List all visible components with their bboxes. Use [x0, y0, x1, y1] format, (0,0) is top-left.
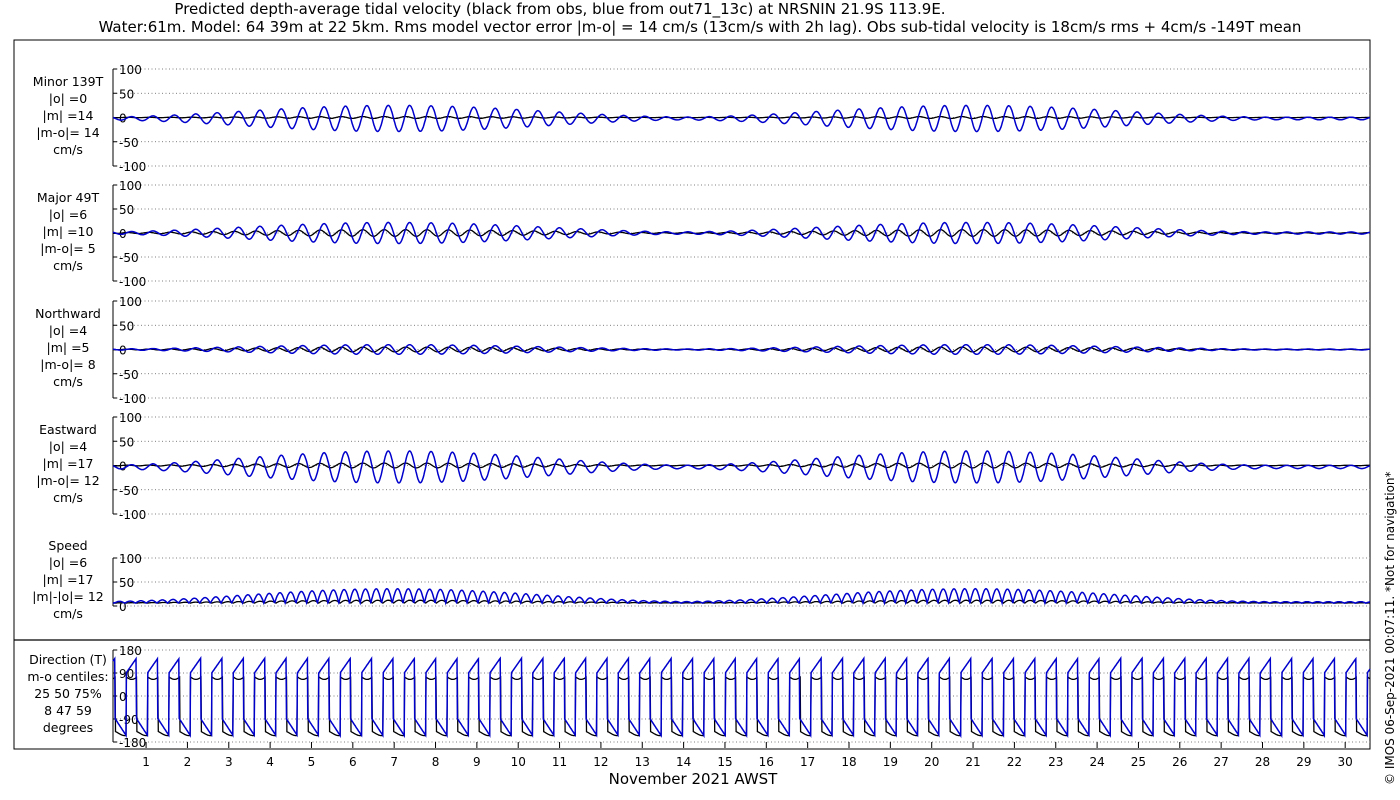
direction-label-line: 8 47 59: [44, 703, 92, 718]
speed-label-line: Speed: [48, 538, 87, 553]
tidal-velocity-figure: -100-50050100Minor 139T|o| =0|m| =14|m-o…: [13, 39, 1371, 788]
minor-label-line: cm/s: [53, 142, 83, 157]
speed-label-line: |m|-|o|= 12: [32, 589, 104, 604]
panel-speed: 050100Speed|o| =6|m| =17|m|-|o|= 12cm/s: [32, 538, 1371, 621]
speed-label-line: |m| =17: [43, 572, 94, 587]
eastward-ytick-label: 100: [119, 411, 142, 425]
minor-model-series: [112, 104, 1371, 133]
major-label-line: cm/s: [53, 258, 83, 273]
x-tick-label: 7: [390, 755, 398, 769]
direction-ytick-label: 180: [119, 644, 142, 658]
minor-ytick-label: 100: [119, 63, 142, 77]
x-tick-label: 2: [184, 755, 192, 769]
x-tick-label: 4: [266, 755, 274, 769]
northward-ytick-label: 100: [119, 295, 142, 309]
x-tick-label: 5: [308, 755, 316, 769]
major-ytick-label: 50: [119, 203, 134, 217]
northward-label-line: Northward: [35, 306, 101, 321]
x-tick-label: 14: [676, 755, 691, 769]
minor-label-line: Minor 139T: [33, 74, 104, 89]
x-tick-label: 21: [965, 755, 980, 769]
northward-ytick-label: 50: [119, 319, 134, 333]
copyright-stamp: © IMOS 06-Sep-2021 00:07:11. *Not for na…: [1383, 471, 1397, 785]
minor-label-line: |m-o|= 14: [36, 125, 99, 140]
x-tick-label: 22: [1007, 755, 1022, 769]
x-tick-label: 27: [1214, 755, 1229, 769]
direction-label-line: degrees: [43, 720, 93, 735]
x-tick-label: 11: [552, 755, 567, 769]
eastward-label-line: |o| =4: [49, 439, 88, 454]
major-label-line: |o| =6: [49, 207, 88, 222]
northward-ytick-label: -50: [119, 368, 139, 382]
major-ytick-label: 100: [119, 179, 142, 193]
speed-ytick-label: 100: [119, 552, 142, 566]
x-tick-label: 17: [800, 755, 815, 769]
x-tick-label: 29: [1296, 755, 1311, 769]
northward-ytick-label: -100: [119, 392, 146, 406]
x-axis-label: November 2021 AWST: [609, 770, 779, 788]
x-tick-label: 9: [473, 755, 481, 769]
direction-label-line: 25 50 75%: [34, 686, 102, 701]
northward-label-line: |m| =5: [47, 340, 90, 355]
northward-label-line: |m-o|= 8: [40, 357, 95, 372]
x-tick-label: 10: [511, 755, 526, 769]
northward-label-line: |o| =4: [49, 323, 88, 338]
northward-label-line: cm/s: [53, 374, 83, 389]
x-tick-label: 19: [883, 755, 898, 769]
panel-direction: -180-90090180Direction (T)m-o centiles:2…: [27, 644, 1371, 750]
x-tick-label: 8: [432, 755, 440, 769]
eastward-label-line: cm/s: [53, 490, 83, 505]
x-tick-label: 6: [349, 755, 357, 769]
direction-ytick-label: -180: [119, 736, 146, 750]
x-tick-label: 12: [593, 755, 608, 769]
x-tick-label: 15: [717, 755, 732, 769]
x-tick-label: 25: [1131, 755, 1146, 769]
minor-label-line: |m| =14: [43, 108, 94, 123]
panel-eastward: -100-50050100Eastward|o| =4|m| =17|m-o|=…: [36, 411, 1371, 522]
x-tick-label: 3: [225, 755, 233, 769]
eastward-ytick-label: -100: [119, 508, 146, 522]
eastward-label-line: |m| =17: [43, 456, 94, 471]
minor-ytick-label: -100: [119, 160, 146, 174]
minor-obs-series: [113, 115, 1370, 120]
x-tick-label: 20: [924, 755, 939, 769]
x-tick-label: 28: [1255, 755, 1270, 769]
x-tick-label: 13: [635, 755, 650, 769]
minor-label-line: |o| =0: [49, 91, 88, 106]
eastward-ytick-label: 50: [119, 435, 134, 449]
speed-label-line: cm/s: [53, 606, 83, 621]
panel-northward: -100-50050100Northward|o| =4|m| =5|m-o|=…: [35, 295, 1371, 406]
x-tick-label: 18: [841, 755, 856, 769]
eastward-ytick-label: -50: [119, 484, 139, 498]
speed-ytick-label: 50: [119, 576, 134, 590]
direction-ytick-label: -90: [119, 713, 139, 727]
x-tick-label: 1: [142, 755, 150, 769]
x-tick-label: 24: [1089, 755, 1104, 769]
major-label-line: |m| =10: [43, 224, 94, 239]
speed-label-line: |o| =6: [49, 555, 88, 570]
x-tick-label: 23: [1048, 755, 1063, 769]
minor-ytick-label: 50: [119, 87, 134, 101]
direction-label-line: m-o centiles:: [27, 669, 108, 684]
major-label-line: Major 49T: [37, 190, 100, 205]
eastward-label-line: Eastward: [39, 422, 97, 437]
minor-ytick-label: -50: [119, 136, 139, 150]
direction-label-line: Direction (T): [29, 652, 107, 667]
eastward-label-line: |m-o|= 12: [36, 473, 99, 488]
x-tick-label: 16: [759, 755, 774, 769]
figure-frame: [13, 39, 1371, 750]
major-ytick-label: -50: [119, 251, 139, 265]
major-label-line: |m-o|= 5: [40, 241, 95, 256]
eastward-obs-series: [112, 462, 1370, 469]
panel-major: -100-50050100Major 49T|o| =6|m| =10|m-o|…: [37, 179, 1371, 289]
eastward-model-series: [112, 450, 1371, 484]
panel-minor: -100-50050100Minor 139T|o| =0|m| =14|m-o…: [33, 63, 1371, 174]
direction-model-series: [112, 655, 1371, 739]
major-ytick-label: -100: [119, 275, 146, 289]
x-tick-label: 30: [1338, 755, 1353, 769]
x-tick-label: 26: [1172, 755, 1187, 769]
